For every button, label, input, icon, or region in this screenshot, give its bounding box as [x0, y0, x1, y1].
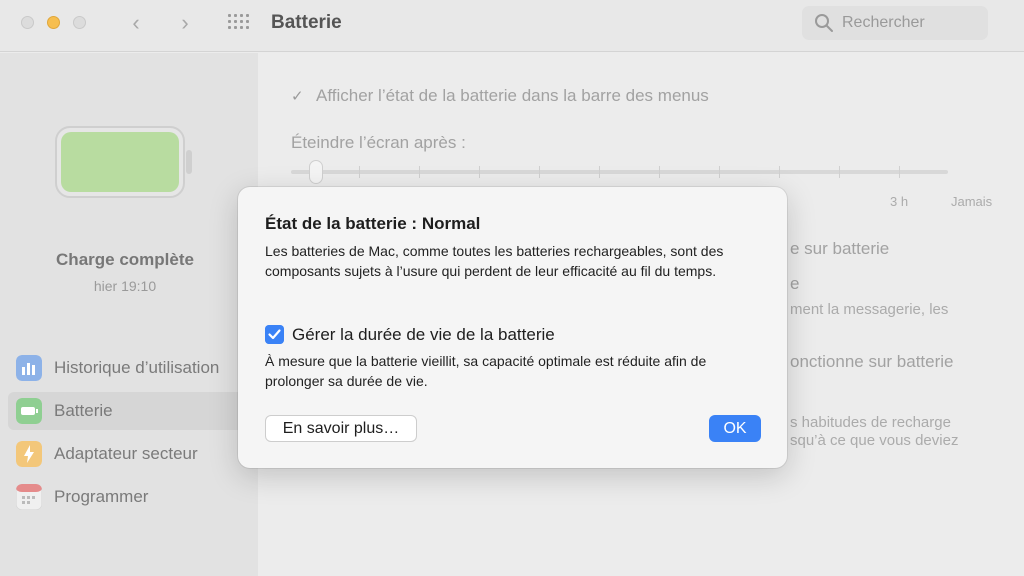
screen-off-slider[interactable]	[291, 170, 948, 174]
sidebar-item-usage-history[interactable]: Historique d’utilisation	[8, 349, 254, 387]
title-bar: ‹ › Batterie Rechercher	[0, 0, 1024, 52]
option-fragment: e	[790, 274, 800, 293]
show-all-grid-icon[interactable]	[228, 14, 250, 32]
sidebar-item-power-adapter[interactable]: Adaptateur secteur	[8, 435, 254, 473]
option-fragment: onctionne sur batterie	[790, 352, 954, 371]
sidebar-item-label: Batterie	[54, 401, 113, 420]
slider-thumb[interactable]	[309, 160, 323, 184]
battery-icon	[16, 398, 42, 424]
slider-tick	[719, 166, 720, 178]
slider-tick	[539, 166, 540, 178]
sidebar-item-label: Historique d’utilisation	[54, 358, 220, 377]
menu-bar-option-label: Afficher l’état de la batterie dans la b…	[316, 86, 709, 105]
dialog-title: État de la batterie : Normal	[265, 214, 481, 233]
search-placeholder: Rechercher	[842, 14, 925, 31]
bar-chart-icon	[16, 355, 42, 381]
sidebar-item-label: Programmer	[54, 487, 149, 506]
search-icon	[815, 14, 833, 32]
minimize-window-button[interactable]	[47, 16, 60, 29]
battery-health-dialog: État de la batterie : Normal Les batteri…	[238, 187, 787, 468]
slider-tick	[839, 166, 840, 178]
sidebar-item-schedule[interactable]: Programmer	[8, 478, 254, 516]
option-desc-fragment: squ’à ce que vous deviez	[790, 432, 959, 449]
close-window-button[interactable]	[21, 16, 34, 29]
slider-label-3h: 3 h	[890, 194, 909, 209]
search-field[interactable]: Rechercher	[802, 6, 988, 40]
slider-tick	[899, 166, 900, 178]
charge-status: Charge complète	[56, 250, 194, 269]
slider-tick	[419, 166, 420, 178]
slider-tick	[659, 166, 660, 178]
ok-button[interactable]: OK	[709, 415, 761, 442]
sidebar: Charge complète hier 19:10 Historique d’…	[0, 53, 258, 576]
option-desc-fragment: ment la messagerie, les	[790, 301, 949, 318]
dialog-description: Les batteries de Mac, comme toutes les b…	[265, 243, 724, 279]
lightning-icon	[16, 441, 42, 467]
option-desc-fragment: s habitudes de recharge	[790, 414, 951, 431]
slider-tick	[779, 166, 780, 178]
slider-tick	[359, 166, 360, 178]
menu-bar-checkbox[interactable]: ✓	[291, 87, 304, 105]
screen-off-label: Éteindre l’écran après :	[291, 133, 466, 152]
sidebar-item-battery[interactable]: Batterie	[8, 392, 254, 430]
sidebar-item-label: Adaptateur secteur	[54, 444, 198, 463]
back-button[interactable]: ‹	[123, 10, 149, 36]
slider-tick	[479, 166, 480, 178]
slider-tick	[599, 166, 600, 178]
manage-battery-checkbox[interactable]	[265, 325, 284, 344]
learn-more-button[interactable]: En savoir plus…	[265, 415, 417, 442]
manage-battery-help: À mesure que la batterie vieillit, sa ca…	[265, 353, 707, 389]
battery-status-icon	[55, 126, 192, 198]
slider-label-never: Jamais	[951, 194, 993, 209]
charge-time: hier 19:10	[93, 278, 157, 294]
calendar-icon	[16, 484, 42, 510]
zoom-window-button[interactable]	[73, 16, 86, 29]
forward-button[interactable]: ›	[172, 10, 198, 36]
manage-battery-label[interactable]: Gérer la durée de vie de la batterie	[292, 325, 555, 345]
option-fragment: e sur batterie	[790, 239, 890, 258]
window-title: Batterie	[271, 12, 342, 33]
